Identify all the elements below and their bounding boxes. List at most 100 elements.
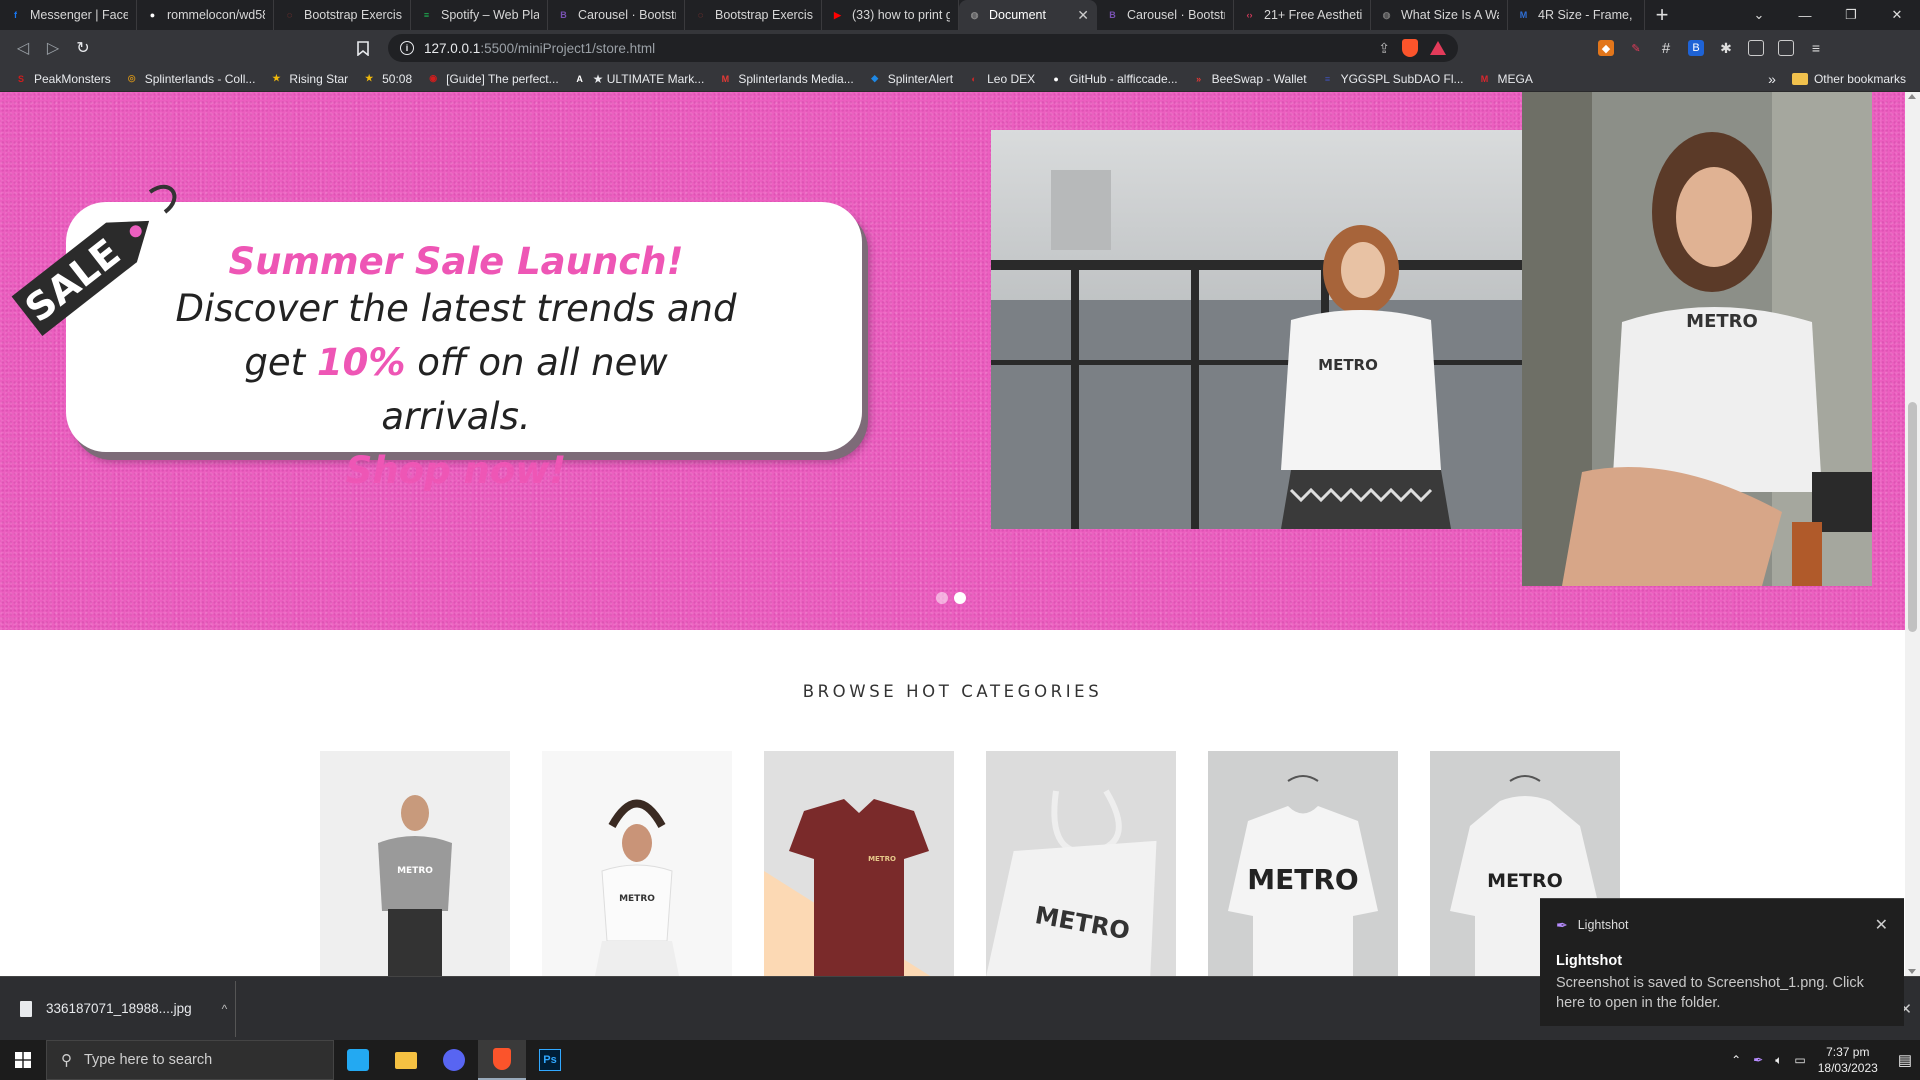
browser-tab[interactable]: ‹› 21+ Free Aesthetic [1234,0,1371,30]
clock[interactable]: 7:37 pm 18/03/2023 [1818,1044,1878,1076]
toast-message[interactable]: Screenshot is saved to Screenshot_1.png.… [1540,969,1904,1013]
browser-tab[interactable]: B Carousel · Bootstrap [548,0,685,30]
browser-tab[interactable]: f Messenger | Facebook [0,0,137,30]
category-sweatshirt[interactable]: METRO [1208,751,1398,976]
pen-extension-icon[interactable]: ✎ [1628,40,1644,56]
bookmark-item[interactable]: ◉ [Guide] The perfect... [426,71,559,86]
bookmark-item[interactable]: M Splinterlands Media... [718,72,854,86]
network-icon[interactable]: ▭ [1794,1053,1805,1067]
bookmark-item[interactable]: ◐ Leo DEX [967,72,1035,86]
notification-toast[interactable]: ✒ Lightshot ✕ Lightshot Screenshot is sa… [1540,898,1904,1026]
tab-close-button[interactable]: ✕ [1077,7,1089,24]
bookmarks-more-button[interactable]: » [1768,71,1776,87]
bookmark-favicon-icon: ◎ [127,73,136,83]
tab-search-button[interactable]: ⌄ [1736,0,1782,30]
other-bookmarks-folder[interactable]: Other bookmarks [1791,72,1906,86]
bookmark-label: Rising Star [289,71,349,86]
feather-icon[interactable]: ✒ [1753,1053,1763,1067]
start-button[interactable] [0,1040,46,1080]
photoshop-app[interactable]: Ps [526,1040,574,1080]
share-icon[interactable]: ⇪ [1378,40,1390,57]
forward-button[interactable]: ▷ [38,33,68,63]
chevron-up-icon[interactable]: ^ [222,1002,228,1016]
volume-icon[interactable]: 🔈︎ [1775,1053,1782,1068]
youtube-icon: ▶ [834,9,841,20]
bookmark-button[interactable] [348,33,378,63]
brave-rewards-icon[interactable] [1430,41,1446,55]
search-placeholder: Type here to search [84,1052,213,1068]
bookmark-favicon-icon: » [1196,73,1202,84]
vscode-app[interactable] [334,1040,382,1080]
discord-app[interactable] [430,1040,478,1080]
scroll-thumb[interactable] [1908,402,1917,632]
category-tote-bag[interactable]: METRO [986,751,1176,976]
category-men-tshirt[interactable]: METRO [320,751,510,976]
bookmark-item[interactable]: A ★ ULTIMATE Mark... [573,71,705,86]
browser-tab[interactable]: B Carousel · Bootstrap [1097,0,1234,30]
loading-icon: ◌ [697,10,704,20]
model-photo-balcony: METRO [991,130,1523,529]
brave-shields-icon[interactable] [1402,39,1418,57]
category-polo-shirt[interactable]: METRO [764,751,954,976]
browser-tab[interactable]: ◍ Document ✕ [959,0,1097,30]
promo-discount: 10% [316,341,406,384]
bookmark-item[interactable]: ≡ YGGSPL SubDAO Fl... [1321,72,1464,86]
hashtag-extension-icon[interactable]: # [1658,40,1674,57]
browser-tab[interactable]: ◌ Bootstrap Exercise [685,0,822,30]
bookmark-item[interactable]: ◎ Splinterlands - Coll... [125,72,256,86]
window-close-button[interactable]: ✕ [1874,0,1920,30]
tab-title: What Size Is A Wal [1401,8,1499,22]
polo-logo: METRO [868,855,896,863]
browser-tab[interactable]: ◍ What Size Is A Wal [1371,0,1508,30]
hero-carousel[interactable]: Summer Sale Launch! Discover the latest … [0,92,1905,630]
reload-button[interactable]: ↻ [68,33,98,63]
carousel-indicator-2[interactable] [954,592,966,604]
scroll-up-icon[interactable] [1908,94,1916,99]
browser-tab[interactable]: ▶ (33) how to print g [822,0,959,30]
bookmark-label: [Guide] The perfect... [446,71,559,86]
bookmark-item[interactable]: ◆ SplinterAlert [868,72,953,86]
browser-tab[interactable]: ● rommelocon/wd58 [137,0,274,30]
sidebar-icon[interactable] [1748,40,1764,56]
bookmark-label: ★ ULTIMATE Mark... [592,71,705,86]
bookmark-item[interactable]: ● GitHub - alfficcade... [1049,72,1177,86]
browser-tab[interactable]: M 4R Size - Frame, Ph [1508,0,1645,30]
taskbar-search[interactable]: ⚲ Type here to search [46,1040,334,1080]
brave-app[interactable] [478,1040,526,1080]
puzzle-icon[interactable]: ✱ [1718,40,1734,56]
carousel-indicator-1[interactable] [936,592,948,604]
browser-tab[interactable]: ◌ Bootstrap Exercise [274,0,411,30]
bookmark-item[interactable]: ★ 50:08 [362,72,412,86]
scroll-down-icon[interactable] [1908,969,1916,974]
chevron-up-icon[interactable]: ⌃ [1731,1053,1741,1067]
spotify-icon: ≡ [423,10,430,20]
bookmark-item[interactable]: ★ Rising Star [269,72,348,86]
category-women-tshirt[interactable]: METRO [542,751,732,976]
download-item[interactable]: 336187071_18988....jpg ^ [0,980,236,1037]
tab-title: Messenger | Facebook [30,8,128,22]
browser-tab[interactable]: ≡ Spotify – Web Player [411,0,548,30]
wallet-icon[interactable] [1778,40,1794,56]
menu-icon[interactable]: ≡ [1808,40,1824,56]
bookmark-item[interactable]: M MEGA [1478,72,1533,86]
globe-icon: ◍ [1382,9,1391,20]
info-icon[interactable]: i [400,41,414,55]
bookmark-item[interactable]: S PeakMonsters [14,72,111,86]
file-explorer-app[interactable] [382,1040,430,1080]
bootstrap-icon: B [560,10,567,20]
address-bar[interactable]: i 127.0.0.1:5500/miniProject1/store.html… [388,34,1458,62]
shield-extension-icon[interactable]: B [1688,40,1704,56]
bookmark-icon [357,40,369,56]
minimize-button[interactable]: — [1782,0,1828,30]
metamask-icon[interactable]: ◆ [1598,40,1614,56]
toast-close-button[interactable]: ✕ [1875,915,1888,935]
bookmark-item[interactable]: » BeeSwap - Wallet [1192,72,1306,86]
page-scrollbar[interactable] [1905,92,1920,976]
new-tab-button[interactable]: + [1645,0,1679,30]
categories-heading: BROWSE HOT CATEGORIES [802,682,1103,701]
back-button[interactable]: ◁ [8,33,38,63]
notification-icon[interactable]: ▤ [1898,1051,1912,1069]
shop-now-link[interactable]: Shop now! [166,447,746,494]
restore-button[interactable]: ❐ [1828,0,1874,30]
bootstrap-icon: B [1109,10,1116,20]
